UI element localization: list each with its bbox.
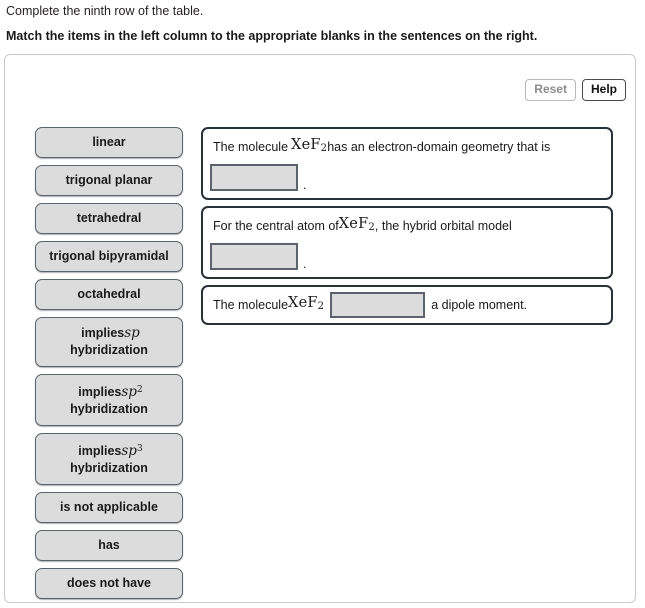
sentence-text-row: The molecule XeF2 a dipole moment. <box>210 292 603 319</box>
instruction-text: Match the items in the left column to th… <box>6 29 538 43</box>
implies-word: implies <box>78 444 122 459</box>
implies-word: implies <box>78 385 122 400</box>
bank-item-label-line2: hybridization <box>70 461 148 476</box>
sentence-tail-text: a dipole moment. <box>431 298 528 313</box>
item-bank: linear trigonal planar tetrahedral trigo… <box>35 127 183 606</box>
sp-base: sp <box>121 443 137 460</box>
sp-base: sp <box>121 384 137 401</box>
bank-item-label: linear <box>92 135 126 149</box>
sentence-text-row: The molecule XeF2 has an electron-domain… <box>210 136 603 158</box>
bank-item-label: octahedral <box>77 287 141 301</box>
blank-row: . <box>210 243 603 272</box>
xef2-formula: XeF2 <box>288 294 324 316</box>
matching-exercise-panel: Reset Help linear trigonal planar tetrah… <box>4 54 636 603</box>
sentence-tail-text: , the hybrid orbital model <box>374 219 512 234</box>
implies-word: implies <box>81 326 125 340</box>
formula-base: XeF <box>338 216 369 233</box>
sentence-card-list: The molecule XeF2 has an electron-domain… <box>201 127 613 331</box>
exercise-page: Complete the ninth row of the table. Mat… <box>0 0 645 608</box>
bank-item-implies-sp2-hybridization[interactable]: impliessp2 hybridization <box>35 374 183 427</box>
xef2-formula: XeF2 <box>291 136 327 158</box>
sentence-text-row: For the central atom of XeF2 , the hybri… <box>210 215 603 237</box>
sp3-formula: sp3 <box>121 443 142 459</box>
reset-button[interactable]: Reset <box>525 79 576 101</box>
sentence-tail-text: has an electron-domain geometry that is <box>327 140 551 155</box>
bank-item-label: is not applicable <box>60 500 158 515</box>
bank-item-trigonal-planar[interactable]: trigonal planar <box>35 165 183 196</box>
bank-item-linear[interactable]: linear <box>35 127 183 158</box>
bank-item-implies-sp3-hybridization[interactable]: impliessp3 hybridization <box>35 433 183 486</box>
sentence-period: . <box>303 178 307 193</box>
bank-item-octahedral[interactable]: octahedral <box>35 279 183 310</box>
bank-item-has[interactable]: has <box>35 530 183 562</box>
xef2-formula: XeF2 <box>339 215 375 237</box>
answer-blank-3[interactable] <box>330 292 426 319</box>
bank-item-is-not-applicable[interactable]: is not applicable <box>35 492 183 524</box>
bank-item-label: tetrahedral <box>76 211 142 225</box>
prompt-text: Complete the ninth row of the table. <box>6 4 204 18</box>
bank-item-implies-sp-hybridization[interactable]: impliessp hybridization <box>35 317 183 367</box>
toolbar: Reset Help <box>525 79 626 101</box>
sentence-card-electron-domain-geometry: The molecule XeF2 has an electron-domain… <box>201 127 613 201</box>
formula-base: XeF <box>288 295 318 312</box>
sentence-lead-text: The molecule <box>213 298 289 313</box>
bank-item-does-not-have[interactable]: does not have <box>35 568 183 600</box>
bank-item-label-line2: hybridization <box>70 402 148 417</box>
formula-base: XeF <box>291 137 321 153</box>
bank-item-trigonal-bipyramidal[interactable]: trigonal bipyramidal <box>35 241 183 272</box>
help-button[interactable]: Help <box>581 79 626 101</box>
sentence-lead-text: For the central atom of <box>213 219 339 234</box>
sentence-card-hybrid-orbital-model: For the central atom of XeF2 , the hybri… <box>201 206 613 280</box>
bank-item-label-line1: impliessp3 <box>40 441 178 460</box>
sp-exponent: 2 <box>136 385 143 395</box>
bank-item-label: trigonal planar <box>65 173 153 187</box>
answer-blank-2[interactable] <box>210 243 298 271</box>
formula-subscript: 2 <box>317 301 325 313</box>
bank-item-label: has <box>98 538 120 553</box>
blank-row: . <box>210 164 603 191</box>
bank-item-label-line2: hybridization <box>70 343 148 357</box>
bank-item-label-line1: impliessp <box>40 325 178 342</box>
sp2-formula: sp2 <box>121 384 142 400</box>
sentence-card-dipole-moment: The molecule XeF2 a dipole moment. <box>201 285 613 326</box>
sentence-lead-text: The molecule <box>213 140 289 155</box>
answer-blank-1[interactable] <box>210 164 298 192</box>
bank-item-label-line1: impliessp2 <box>40 382 178 401</box>
sp-exponent: 3 <box>136 444 143 455</box>
sentence-period: . <box>303 257 307 272</box>
bank-item-label: does not have <box>66 576 152 591</box>
bank-item-label: trigonal bipyramidal <box>49 249 169 263</box>
bank-item-tetrahedral[interactable]: tetrahedral <box>35 203 183 234</box>
sp-formula: sp <box>124 325 140 341</box>
